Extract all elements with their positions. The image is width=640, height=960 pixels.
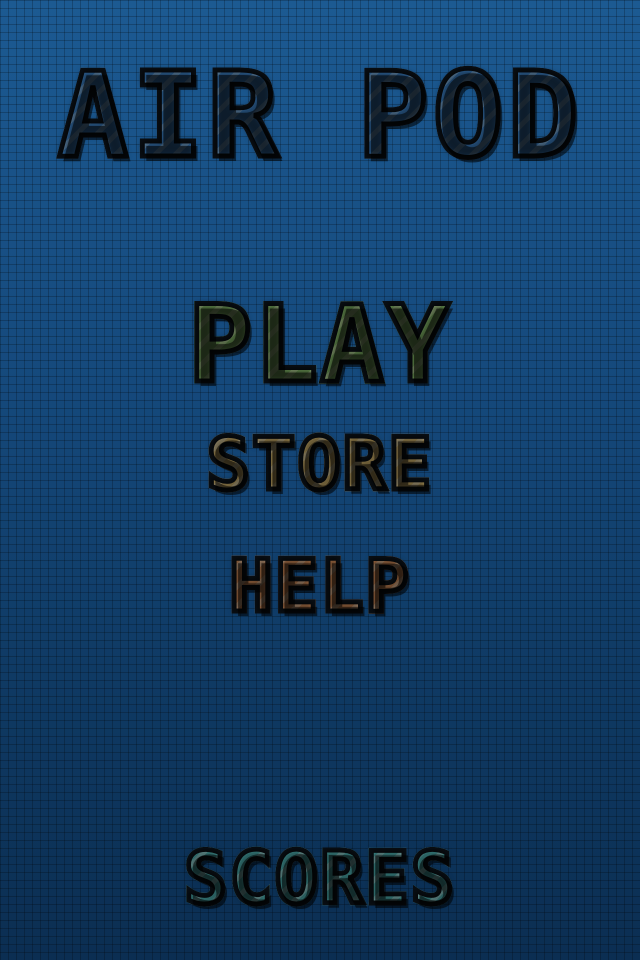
main-menu-screen: AIR POD PLAY STORE HELP SCORES	[0, 0, 640, 960]
game-title: AIR POD	[0, 54, 640, 177]
play-button[interactable]: PLAY	[0, 289, 640, 400]
scores-button[interactable]: SCORES	[0, 840, 640, 917]
help-button[interactable]: HELP	[0, 548, 640, 625]
store-button[interactable]: STORE	[0, 426, 640, 503]
